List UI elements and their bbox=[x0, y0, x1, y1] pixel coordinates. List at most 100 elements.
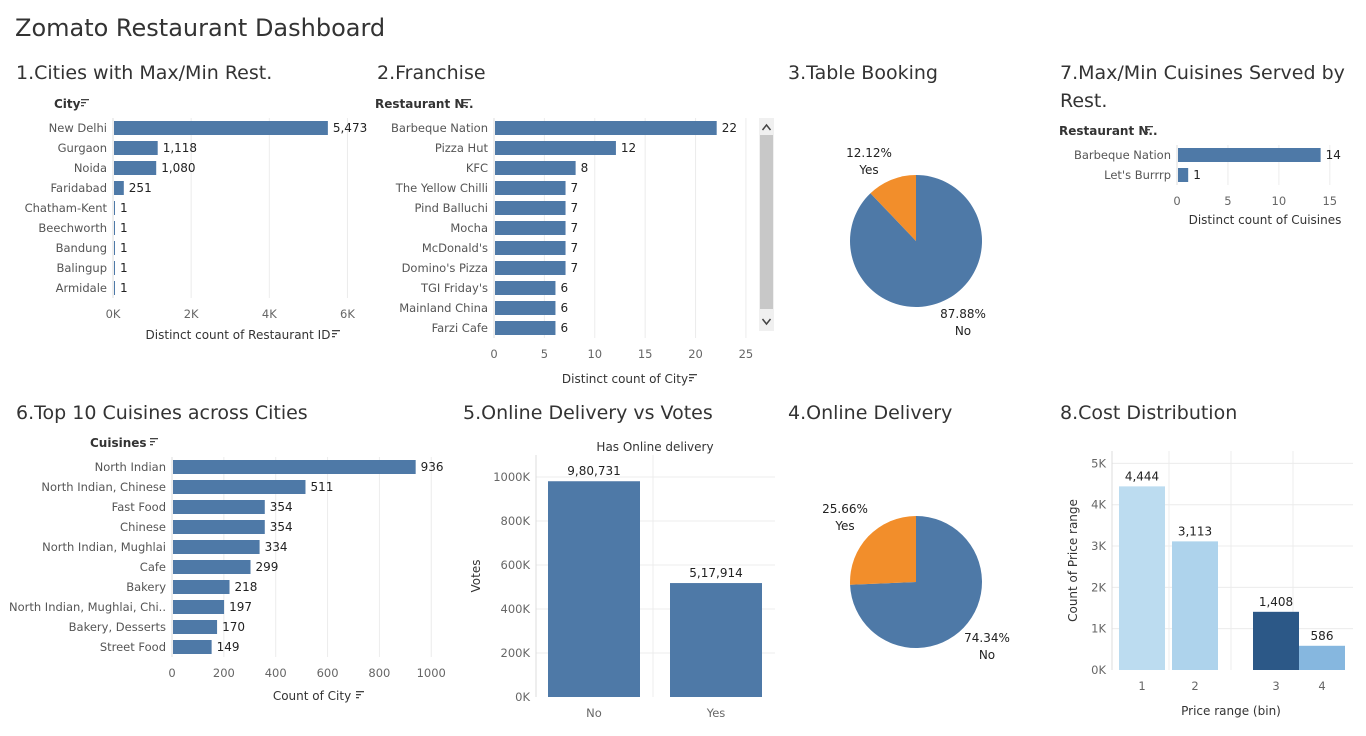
bar[interactable] bbox=[173, 460, 416, 474]
bar[interactable] bbox=[548, 481, 640, 697]
bar[interactable] bbox=[173, 520, 265, 534]
bar[interactable] bbox=[1119, 486, 1165, 670]
category-label: North Indian, Chinese bbox=[41, 480, 166, 494]
value-label: 3,113 bbox=[1178, 524, 1212, 538]
bar[interactable] bbox=[495, 301, 556, 315]
value-label: 511 bbox=[310, 480, 333, 494]
bar[interactable] bbox=[173, 480, 306, 494]
category-label: Domino's Pizza bbox=[402, 261, 488, 275]
tick-label: 2K bbox=[184, 307, 199, 321]
top-cuisines-bar-chart[interactable]: Cuisines North Indian 936 North Indian, Chi… bbox=[0, 435, 460, 715]
tick-label: 25 bbox=[739, 347, 754, 361]
bar[interactable] bbox=[173, 540, 260, 554]
value-label: 7 bbox=[571, 241, 579, 255]
category-label: McDonald's bbox=[422, 241, 488, 255]
category-label: No bbox=[586, 706, 602, 720]
category-label: 2 bbox=[1191, 679, 1198, 693]
bar[interactable] bbox=[114, 261, 115, 275]
slice-percent-label: 87.88% bbox=[940, 307, 986, 321]
sort-icon[interactable] bbox=[332, 330, 340, 338]
bar[interactable] bbox=[495, 261, 566, 275]
bar[interactable] bbox=[173, 600, 225, 614]
bar[interactable] bbox=[495, 321, 556, 335]
category-label: Barbeque Nation bbox=[1074, 148, 1171, 162]
tick-label: 0 bbox=[490, 347, 497, 361]
value-label: 1 bbox=[120, 281, 128, 295]
chart-title-cities: 1.Cities with Max/Min Rest. bbox=[16, 62, 273, 84]
value-label: 251 bbox=[129, 181, 152, 195]
bar[interactable] bbox=[114, 201, 115, 215]
category-label: 3 bbox=[1272, 679, 1279, 693]
sort-icon[interactable] bbox=[356, 691, 364, 699]
bar[interactable] bbox=[495, 241, 566, 255]
row-header: City bbox=[54, 97, 81, 111]
bar[interactable] bbox=[173, 640, 212, 654]
category-label: Chatham-Kent bbox=[25, 201, 108, 215]
bar[interactable] bbox=[173, 500, 265, 514]
category-label: Gurgaon bbox=[58, 141, 107, 155]
bar[interactable] bbox=[1299, 645, 1345, 670]
bar[interactable] bbox=[495, 121, 717, 135]
online-delivery-votes-bar-chart[interactable]: 0K 200K 400K 600K 800K 1000K 9,80,731 No 5,17,91… bbox=[460, 435, 785, 735]
bar[interactable] bbox=[114, 161, 157, 175]
category-label: The Yellow Chilli bbox=[395, 181, 488, 195]
category-label: Fast Food bbox=[112, 500, 166, 514]
bar[interactable] bbox=[495, 201, 566, 215]
pie-slice[interactable] bbox=[850, 516, 916, 585]
bar[interactable] bbox=[173, 580, 230, 594]
category-label: TGI Friday's bbox=[420, 281, 488, 295]
chart-title-table-booking: 3.Table Booking bbox=[788, 62, 938, 84]
online-delivery-pie-chart[interactable]: 74.34% No 25.66% Yes bbox=[785, 470, 1055, 690]
bar[interactable] bbox=[114, 181, 124, 195]
value-label: 7 bbox=[571, 201, 579, 215]
bar[interactable] bbox=[495, 181, 566, 195]
bar[interactable] bbox=[173, 620, 218, 634]
value-label: 1 bbox=[120, 221, 128, 235]
franchise-bar-chart[interactable]: Restaurant N.. Barbeque Nation 22 Pizza Hut… bbox=[370, 95, 785, 386]
tick-label: 0K bbox=[515, 690, 530, 704]
x-axis-label: Price range (bin) bbox=[1181, 704, 1281, 718]
category-label: Cafe bbox=[140, 560, 166, 574]
tick-label: 2K bbox=[1091, 580, 1106, 594]
bar[interactable] bbox=[114, 141, 158, 155]
tick-label: 600K bbox=[501, 558, 531, 572]
category-label: Bandung bbox=[56, 241, 107, 255]
bar[interactable] bbox=[1253, 611, 1299, 670]
tick-label: 0K bbox=[106, 307, 121, 321]
chart-title-franchise: 2.Franchise bbox=[377, 62, 486, 84]
sort-icon[interactable] bbox=[81, 99, 89, 107]
bar[interactable] bbox=[1172, 541, 1218, 670]
tick-label: 5 bbox=[1224, 194, 1231, 208]
bar[interactable] bbox=[495, 221, 566, 235]
value-label: 218 bbox=[235, 580, 258, 594]
sort-icon[interactable] bbox=[689, 374, 697, 382]
category-label: Faridabad bbox=[50, 181, 107, 195]
cities-bar-chart[interactable]: City New Delhi 5,473 Gurgaon 1,118 Noida 1,080… bbox=[0, 95, 370, 355]
bar[interactable] bbox=[1178, 168, 1189, 182]
value-label: 4,444 bbox=[1125, 469, 1159, 483]
bar[interactable] bbox=[114, 221, 115, 235]
sort-icon[interactable] bbox=[150, 438, 158, 446]
cuisines-served-bar-chart[interactable]: Restaurant N.. Barbeque Nation 14 Let's Bur… bbox=[1050, 120, 1360, 240]
cost-distribution-histogram[interactable]: 0K 1K 2K 3K 4K 5K 4,444 1 3,113 2 1,408 3 586 4 Count … bbox=[1050, 435, 1360, 725]
tick-label: 10 bbox=[587, 347, 602, 361]
bar[interactable] bbox=[1178, 148, 1321, 162]
value-label: 7 bbox=[571, 221, 579, 235]
table-booking-pie-chart[interactable]: 87.88% No 12.12% Yes bbox=[785, 130, 1055, 350]
bar[interactable] bbox=[114, 121, 328, 135]
tick-label: 800K bbox=[501, 514, 531, 528]
bar[interactable] bbox=[495, 141, 616, 155]
scrollbar-thumb[interactable] bbox=[760, 135, 773, 309]
bar[interactable] bbox=[495, 161, 576, 175]
chart-title-cuisines-served: 7.Max/Min Cuisines Served by Rest. bbox=[1060, 62, 1345, 112]
bar[interactable] bbox=[114, 241, 115, 255]
bar[interactable] bbox=[670, 583, 762, 697]
value-label: 149 bbox=[217, 640, 240, 654]
bar[interactable] bbox=[495, 281, 556, 295]
bar[interactable] bbox=[114, 281, 115, 295]
column-header: Has Online delivery bbox=[596, 440, 713, 454]
value-label: 7 bbox=[571, 261, 579, 275]
slice-percent-label: 25.66% bbox=[822, 502, 868, 516]
x-axis-label: Count of City bbox=[273, 689, 351, 703]
bar[interactable] bbox=[173, 560, 251, 574]
